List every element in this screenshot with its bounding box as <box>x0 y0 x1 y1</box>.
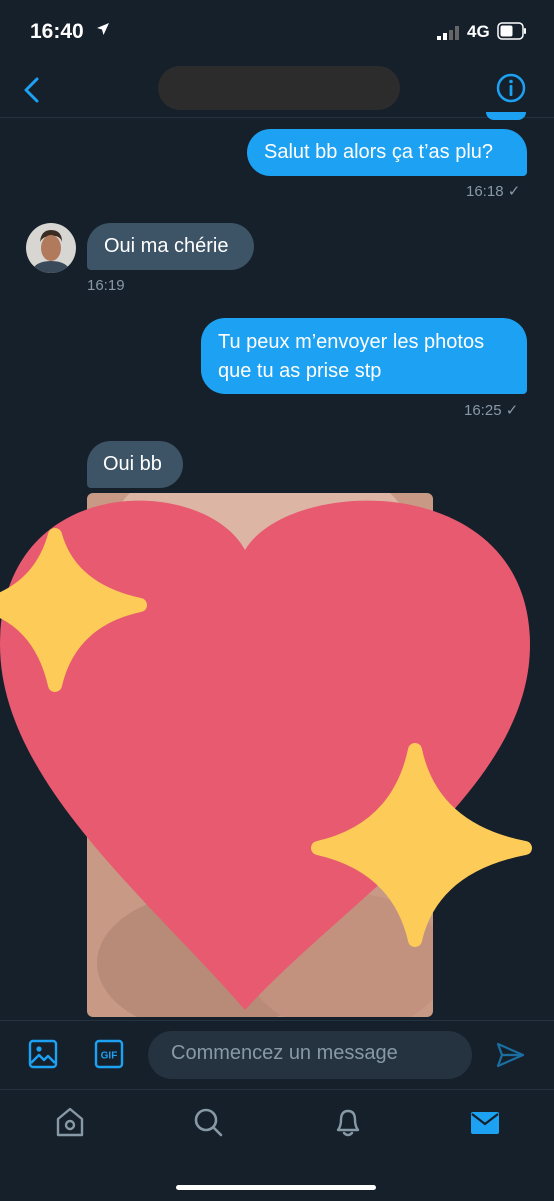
status-time: 16:40 <box>30 20 84 43</box>
network-type: 4G <box>467 22 490 41</box>
message-text: Salut bb alors ça t’as plu? <box>264 141 494 163</box>
sparkling-heart-sticker <box>0 500 532 1010</box>
location-arrow-icon <box>97 23 109 35</box>
signal-icon <box>437 26 459 40</box>
battery-icon <box>497 22 526 40</box>
read-check-icon: ✓ <box>507 183 521 200</box>
message-text-line: que tu as prise stp <box>218 360 382 382</box>
message-timestamp: 16:25 ✓ <box>464 402 519 419</box>
message-bubble-outgoing[interactable]: Salut bb alors ça t’as plu? <box>247 129 527 176</box>
previous-message-bubble <box>486 112 526 120</box>
home-icon[interactable] <box>55 1106 85 1138</box>
message-timestamp: 16:19 <box>87 277 125 294</box>
message-input-placeholder: Commencez un message <box>171 1042 398 1064</box>
contact-avatar[interactable] <box>26 223 76 273</box>
gif-icon[interactable]: GIF <box>94 1039 124 1069</box>
send-icon[interactable] <box>495 1040 525 1070</box>
message-text: Oui bb <box>103 453 162 475</box>
message-bubble-outgoing[interactable]: Tu peux m’envoyer les photos que tu as p… <box>201 318 527 394</box>
redacted-contact-name <box>158 66 400 110</box>
home-indicator <box>176 1185 376 1190</box>
search-icon[interactable] <box>193 1106 223 1138</box>
svg-text:GIF: GIF <box>101 1051 118 1062</box>
image-icon[interactable] <box>28 1039 58 1069</box>
message-text-line: Tu peux m’envoyer les photos <box>218 331 485 353</box>
info-icon[interactable] <box>495 72 527 104</box>
bell-icon[interactable] <box>333 1106 363 1138</box>
message-timestamp: 16:18 ✓ <box>466 183 521 200</box>
message-bubble-incoming[interactable]: Oui ma chérie <box>87 223 254 270</box>
mail-icon[interactable] <box>470 1106 500 1138</box>
message-text: Oui ma chérie <box>104 235 229 257</box>
read-check-icon: ✓ <box>505 402 519 419</box>
back-chevron-icon[interactable] <box>18 75 46 105</box>
header-divider <box>0 117 554 118</box>
